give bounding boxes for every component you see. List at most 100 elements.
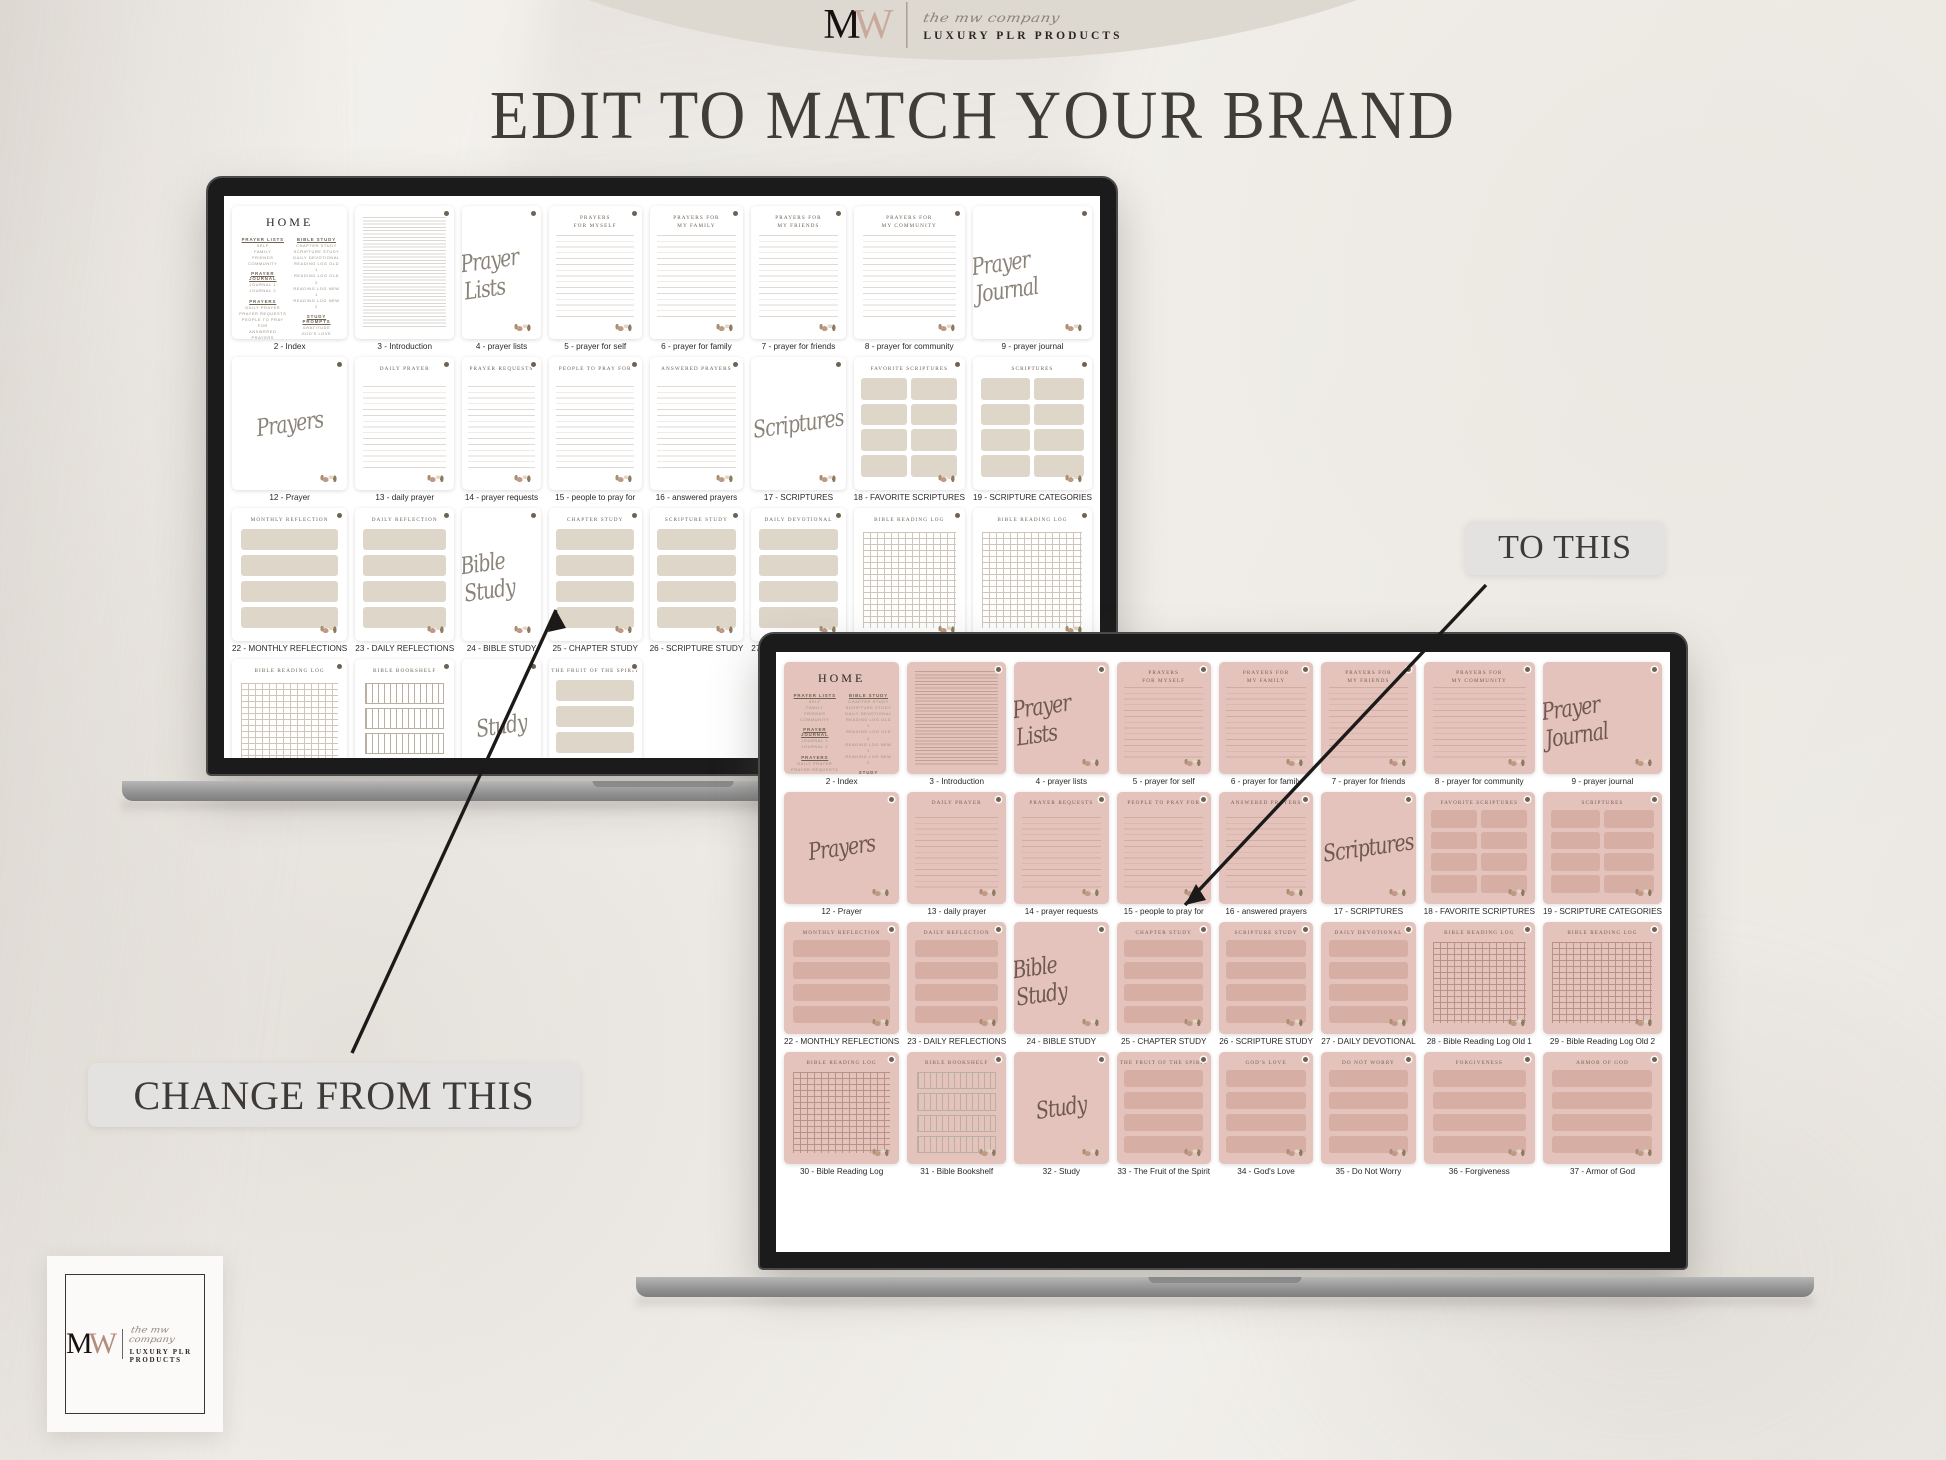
page-thumbnail[interactable] [355, 206, 455, 339]
page-thumbnail[interactable]: CHAPTER STUDY [1116, 922, 1211, 1034]
page-thumbnail[interactable]: Study [462, 659, 541, 758]
page-thumbnail[interactable]: DAILY DEVOTIONAL [751, 508, 846, 641]
page-thumbnail[interactable]: PRAYERS FOR MY COMMUNITY [1423, 662, 1535, 774]
page-thumbnail-cell[interactable]: MONTHLY REFLECTION 22 - MONTHLY REFLECTI… [784, 922, 900, 1046]
page-thumbnail-cell[interactable]: PRAYERS FOR MYSELF 5 - prayer for self [548, 206, 642, 351]
page-thumbnail[interactable]: BIBLE READING LOG [972, 508, 1092, 641]
page-thumbnail[interactable]: SCRIPTURE STUDY [1218, 922, 1314, 1034]
page-thumbnail-cell[interactable]: CHAPTER STUDY 25 - CHAPTER STUDY [548, 508, 642, 653]
page-thumbnail-cell[interactable]: CHAPTER STUDY 25 - CHAPTER STUDY [1116, 922, 1211, 1046]
page-thumbnail[interactable]: BIBLE READING LOG [1423, 922, 1535, 1034]
page-thumbnail[interactable]: Prayer Journal [972, 206, 1092, 339]
page-thumbnail[interactable]: THE FRUIT OF THE SPIRIT [548, 659, 642, 758]
page-thumbnail[interactable]: PRAYERS FOR MY COMMUNITY [853, 206, 965, 339]
page-thumbnail-cell[interactable]: PEOPLE TO PRAY FOR 15 - people to pray f… [548, 357, 642, 502]
page-thumbnail[interactable]: PRAYERS FOR MYSELF [1116, 662, 1211, 774]
page-thumbnail[interactable]: PEOPLE TO PRAY FOR [548, 357, 642, 490]
page-thumbnail-cell[interactable]: Study 32 - Study [1014, 1052, 1109, 1176]
page-thumbnail[interactable]: ANSWERED PRAYERS [1218, 792, 1314, 904]
page-thumbnail-cell[interactable]: DAILY DEVOTIONAL 27 - DAILY DEVOTIONAL [1321, 922, 1416, 1046]
page-thumbnail-cell[interactable]: Prayer Lists 4 - prayer lists [1014, 662, 1109, 786]
page-thumbnail[interactable]: PRAYER REQUESTS [1014, 792, 1109, 904]
page-thumbnail-cell[interactable]: PRAYERS FOR MY FRIENDS 7 - prayer for fri… [751, 206, 846, 351]
page-thumbnail[interactable]: DAILY REFLECTION [907, 922, 1007, 1034]
page-thumbnail-cell[interactable]: SCRIPTURES 19 - SCRIPTURE CATEGORIES [972, 357, 1092, 502]
page-thumbnail-cell[interactable]: Bible Study 24 - BIBLE STUDY [1014, 922, 1109, 1046]
page-thumbnail[interactable]: DO NOT WORRY [1321, 1052, 1416, 1164]
page-thumbnail-cell[interactable]: SCRIPTURE STUDY 26 - SCRIPTURE STUDY [1218, 922, 1314, 1046]
page-thumbnail[interactable]: DAILY PRAYER [355, 357, 455, 490]
page-thumbnail[interactable]: BIBLE BOOKSHELF [355, 659, 455, 758]
page-thumbnail-cell[interactable]: SCRIPTURE STUDY 26 - SCRIPTURE STUDY [649, 508, 744, 653]
page-thumbnail-cell[interactable]: Prayer Journal 9 - prayer journal [1542, 662, 1662, 786]
page-thumbnail[interactable]: Study [1014, 1052, 1109, 1164]
page-thumbnail-cell[interactable]: Prayer Lists 4 - prayer lists [462, 206, 541, 351]
page-thumbnail-cell[interactable]: PRAYER REQUESTS 14 - prayer requests [1014, 792, 1109, 916]
page-thumbnail-cell[interactable]: FAVORITE SCRIPTURES 18 - FAVORITE SCRIPT… [853, 357, 965, 502]
page-thumbnail-cell[interactable]: GOD'S LOVE 34 - God's Love [1218, 1052, 1314, 1176]
page-thumbnail-cell[interactable]: MONTHLY REFLECTION 22 - MONTHLY REFLECTI… [232, 508, 348, 653]
page-thumbnail[interactable]: Prayer Journal [1542, 662, 1662, 774]
page-thumbnail-cell[interactable]: BIBLE BOOKSHELF 31 - Bible Bookshelf [355, 659, 455, 758]
page-thumbnail[interactable]: DAILY REFLECTION [355, 508, 455, 641]
page-thumbnail-cell[interactable]: PRAYERS FOR MY COMMUNITY 8 - prayer for c… [853, 206, 965, 351]
page-thumbnail[interactable]: MONTHLY REFLECTION [784, 922, 900, 1034]
page-thumbnail[interactable]: FORGIVENESS [1423, 1052, 1535, 1164]
page-thumbnail-cell[interactable]: Prayer Journal 9 - prayer journal [972, 206, 1092, 351]
page-thumbnail[interactable]: Prayer Lists [462, 206, 541, 339]
page-thumbnail[interactable]: PRAYERS FOR MY FRIENDS [1321, 662, 1416, 774]
page-thumbnail-cell[interactable]: PEOPLE TO PRAY FOR 15 - people to pray f… [1116, 792, 1211, 916]
page-thumbnail[interactable]: Prayers [784, 792, 900, 904]
page-thumbnail-cell[interactable]: BIBLE READING LOG 30 - Bible Reading Log [232, 659, 348, 758]
page-thumbnail[interactable]: ANSWERED PRAYERS [649, 357, 744, 490]
page-thumbnail-cell[interactable]: 3 - Introduction [907, 662, 1007, 786]
page-thumbnail[interactable]: PRAYERS FOR MY FAMILY [1218, 662, 1314, 774]
page-thumbnail[interactable]: PEOPLE TO PRAY FOR [1116, 792, 1211, 904]
page-thumbnail-cell[interactable]: HOME PRAYER LISTS SELF FAMILY FRIENDS COMMU… [784, 662, 900, 786]
page-thumbnail[interactable]: Prayers [232, 357, 348, 490]
page-thumbnail[interactable]: DAILY DEVOTIONAL [1321, 922, 1416, 1034]
page-thumbnail-cell[interactable]: THE FRUIT OF THE SPIRIT 33 - The Fruit o… [548, 659, 642, 758]
page-thumbnail-cell[interactable]: Prayers 12 - Prayer [784, 792, 900, 916]
page-thumbnail[interactable]: PRAYERS FOR MY FAMILY [649, 206, 744, 339]
page-thumbnail-cell[interactable]: ARMOR OF GOD 37 - Armor of God [1542, 1052, 1662, 1176]
page-thumbnail[interactable]: DAILY PRAYER [907, 792, 1007, 904]
page-thumbnail[interactable]: BIBLE READING LOG [784, 1052, 900, 1164]
page-thumbnail[interactable]: GOD'S LOVE [1218, 1052, 1314, 1164]
page-thumbnail[interactable]: BIBLE READING LOG [232, 659, 348, 758]
page-thumbnail-cell[interactable]: DAILY PRAYER 13 - daily prayer [907, 792, 1007, 916]
page-thumbnail-cell[interactable]: THE FRUIT OF THE SPIRIT 33 - The Fruit o… [1116, 1052, 1211, 1176]
page-thumbnail-cell[interactable]: DAILY REFLECTION 23 - DAILY REFLECTIONS [907, 922, 1007, 1046]
page-thumbnail[interactable]: Bible Study [1014, 922, 1109, 1034]
page-thumbnail-cell[interactable]: DO NOT WORRY 35 - Do Not Worry [1321, 1052, 1416, 1176]
page-thumbnail-cell[interactable]: FORGIVENESS 36 - Forgiveness [1423, 1052, 1535, 1176]
page-thumbnail-cell[interactable]: ANSWERED PRAYERS 16 - answered prayers [1218, 792, 1314, 916]
page-thumbnail-cell[interactable]: HOME PRAYER LISTS SELF FAMILY FRIENDS COMMU… [232, 206, 348, 351]
page-thumbnail-cell[interactable]: Study 32 - Study [462, 659, 541, 758]
page-thumbnail[interactable]: BIBLE READING LOG [853, 508, 965, 641]
page-thumbnail[interactable]: Prayer Lists [1014, 662, 1109, 774]
page-thumbnail[interactable]: SCRIPTURES [972, 357, 1092, 490]
page-thumbnail-cell[interactable]: 3 - Introduction [355, 206, 455, 351]
page-thumbnail-cell[interactable]: Bible Study 24 - BIBLE STUDY [462, 508, 541, 653]
page-thumbnail-cell[interactable]: PRAYERS FOR MY FAMILY 6 - prayer for fami… [649, 206, 744, 351]
page-thumbnail-cell[interactable]: ANSWERED PRAYERS 16 - answered prayers [649, 357, 744, 502]
page-thumbnail[interactable]: ARMOR OF GOD [1542, 1052, 1662, 1164]
page-thumbnail-cell[interactable]: Prayers 12 - Prayer [232, 357, 348, 502]
page-thumbnail-cell[interactable]: DAILY PRAYER 13 - daily prayer [355, 357, 455, 502]
page-thumbnail-cell[interactable]: BIBLE READING LOG 30 - Bible Reading Log [784, 1052, 900, 1176]
page-thumbnail-cell[interactable]: Scriptures 17 - SCRIPTURES [1321, 792, 1416, 916]
page-thumbnail-cell[interactable]: FAVORITE SCRIPTURES 18 - FAVORITE SCRIPT… [1423, 792, 1535, 916]
page-thumbnail[interactable]: THE FRUIT OF THE SPIRIT [1116, 1052, 1211, 1164]
page-thumbnail[interactable]: SCRIPTURE STUDY [649, 508, 744, 641]
page-thumbnail[interactable]: PRAYER REQUESTS [462, 357, 541, 490]
page-thumbnail[interactable]: Bible Study [462, 508, 541, 641]
page-thumbnail[interactable]: PRAYERS FOR MYSELF [548, 206, 642, 339]
page-thumbnail-cell[interactable]: DAILY REFLECTION 23 - DAILY REFLECTIONS [355, 508, 455, 653]
page-thumbnail-cell[interactable]: BIBLE READING LOG 29 - Bible Reading Log… [1542, 922, 1662, 1046]
page-thumbnail[interactable]: FAVORITE SCRIPTURES [853, 357, 965, 490]
page-thumbnail-cell[interactable]: SCRIPTURES 19 - SCRIPTURE CATEGORIES [1542, 792, 1662, 916]
page-thumbnail[interactable]: Scriptures [751, 357, 846, 490]
page-thumbnail[interactable]: Scriptures [1321, 792, 1416, 904]
page-thumbnail-cell[interactable]: PRAYER REQUESTS 14 - prayer requests [462, 357, 541, 502]
